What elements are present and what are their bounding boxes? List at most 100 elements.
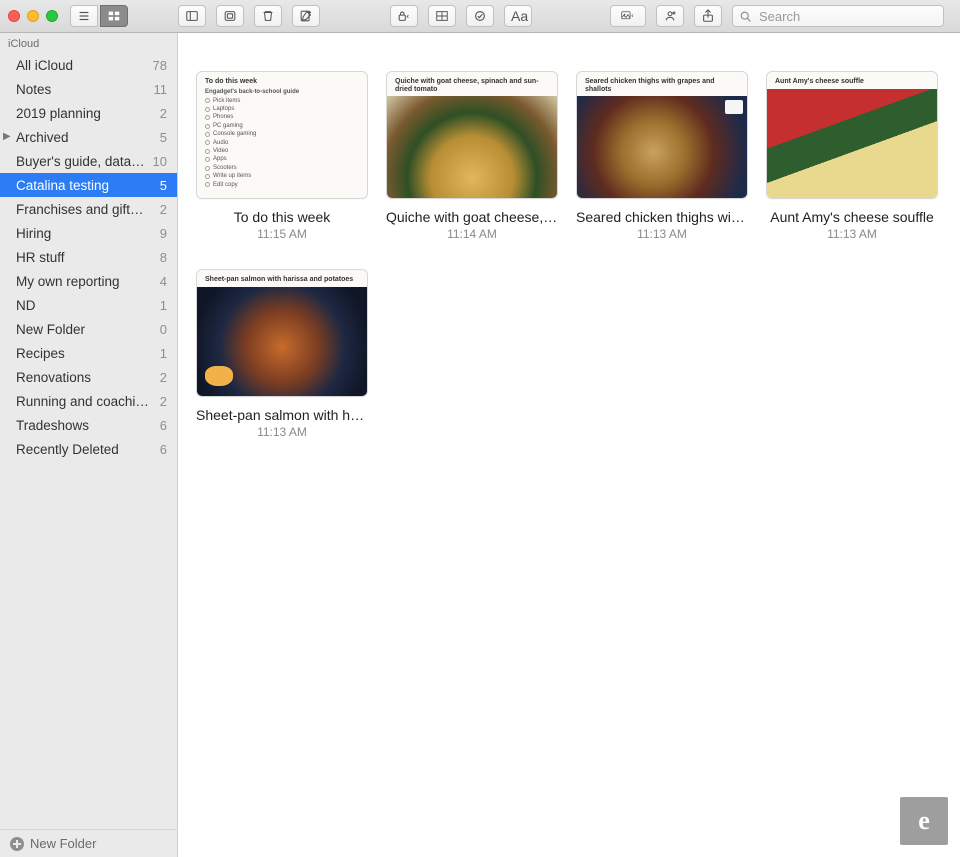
note-thumbnail: Aunt Amy's cheese souffle	[766, 71, 938, 199]
sidebar-item-label: Renovations	[16, 370, 156, 385]
lock-note-button[interactable]	[390, 5, 418, 27]
attachments-button[interactable]	[216, 5, 244, 27]
checklist-button[interactable]	[466, 5, 494, 27]
note-thumbnail: Sheet-pan salmon with harissa and potato…	[196, 269, 368, 397]
sidebar-item-count: 6	[156, 418, 167, 433]
compose-icon	[299, 9, 313, 23]
delete-note-button[interactable]	[254, 5, 282, 27]
sidebar-item-count: 0	[156, 322, 167, 337]
sidebar-icon	[185, 9, 199, 23]
sidebar-item-count: 10	[149, 154, 167, 169]
thumbnail-photo	[197, 287, 367, 396]
gallery-view-button[interactable]	[100, 5, 128, 27]
note-thumbnail: Seared chicken thighs with grapes and sh…	[576, 71, 748, 199]
toggle-sidebar-button[interactable]	[178, 5, 206, 27]
sidebar-item-hr-stuff[interactable]: HR stuff8	[0, 245, 177, 269]
search-field[interactable]	[732, 5, 944, 27]
gallery-area: To do this weekEngadget's back-to-school…	[178, 33, 960, 857]
format-icon: Aa	[511, 9, 525, 23]
note-title: Quiche with goat cheese, s…	[386, 209, 558, 225]
note-card[interactable]: Aunt Amy's cheese souffleAunt Amy's chee…	[766, 71, 938, 241]
sidebar-item-2019-planning[interactable]: 2019 planning2	[0, 101, 177, 125]
thumbnail-checklist-item: PC gaming	[205, 122, 359, 130]
view-mode-segment	[70, 5, 128, 27]
sidebar-item-notes[interactable]: Notes11	[0, 77, 177, 101]
note-card[interactable]: Seared chicken thighs with grapes and sh…	[576, 71, 748, 241]
sidebar-footer: New Folder	[0, 829, 177, 857]
sidebar-item-count: 11	[150, 82, 168, 97]
thumbnail-checklist-item: Console gaming	[205, 130, 359, 138]
window-controls	[8, 10, 58, 22]
new-folder-button[interactable]: New Folder	[30, 836, 96, 851]
sidebar-item-recently-deleted[interactable]: Recently Deleted6	[0, 437, 177, 461]
sidebar-item-nd[interactable]: ND1	[0, 293, 177, 317]
sidebar-item-franchises-and-gift[interactable]: Franchises and gift…2	[0, 197, 177, 221]
thumbnail-photo	[767, 89, 937, 198]
insert-table-button[interactable]	[428, 5, 456, 27]
sidebar-item-hiring[interactable]: Hiring9	[0, 221, 177, 245]
new-note-button[interactable]	[292, 5, 320, 27]
sidebar-item-label: Recently Deleted	[16, 442, 156, 457]
thumbnail-title: Quiche with goat cheese, spinach and sun…	[387, 72, 557, 96]
sidebar-section-header: iCloud	[0, 33, 177, 53]
gallery-icon	[107, 9, 121, 23]
sidebar-item-label: Franchises and gift…	[16, 202, 156, 217]
close-window-button[interactable]	[8, 10, 20, 22]
list-view-button[interactable]	[70, 5, 98, 27]
search-input[interactable]	[757, 8, 937, 25]
add-media-button[interactable]	[610, 5, 646, 27]
unchecked-circle-icon	[205, 115, 210, 120]
sidebar-item-all-icloud[interactable]: All iCloud78	[0, 53, 177, 77]
sidebar-item-buyer-s-guide-data[interactable]: Buyer's guide, data…10	[0, 149, 177, 173]
note-card[interactable]: Quiche with goat cheese, spinach and sun…	[386, 71, 558, 241]
watermark-badge: e	[900, 797, 948, 845]
sidebar-item-count: 2	[156, 394, 167, 409]
unchecked-circle-icon	[205, 166, 210, 171]
sidebar-item-count: 2	[156, 370, 167, 385]
sidebar-item-label: Recipes	[16, 346, 156, 361]
add-people-icon	[663, 9, 677, 23]
trash-icon	[261, 9, 275, 23]
sidebar-item-label: Tradeshows	[16, 418, 156, 433]
note-thumbnail: To do this weekEngadget's back-to-school…	[196, 71, 368, 199]
thumbnail-checklist-item: Video	[205, 147, 359, 155]
thumbnail-checklist-item: Audio	[205, 139, 359, 147]
sidebar-item-archived[interactable]: ▶Archived5	[0, 125, 177, 149]
disclosure-triangle-icon[interactable]: ▶	[3, 132, 13, 142]
sidebar-item-running-and-coachi[interactable]: Running and coachi…2	[0, 389, 177, 413]
sidebar-item-label: Hiring	[16, 226, 156, 241]
window-toolbar: Aa	[0, 0, 960, 33]
thumbnail-title: Sheet-pan salmon with harissa and potato…	[197, 270, 367, 287]
sidebar-item-count: 1	[156, 298, 167, 313]
note-timestamp: 11:15 AM	[257, 227, 307, 241]
sidebar-item-label: Archived	[16, 130, 156, 145]
collaborate-button[interactable]	[656, 5, 684, 27]
share-button[interactable]	[694, 5, 722, 27]
sidebar-item-count: 9	[156, 226, 167, 241]
unchecked-circle-icon	[205, 182, 210, 187]
format-button[interactable]: Aa	[504, 5, 532, 27]
sidebar-item-label: 2019 planning	[16, 106, 156, 121]
sidebar-item-new-folder[interactable]: New Folder0	[0, 317, 177, 341]
sidebar-item-tradeshows[interactable]: Tradeshows6	[0, 413, 177, 437]
sidebar-item-label: ND	[16, 298, 156, 313]
note-title: Sheet-pan salmon with har…	[196, 407, 368, 423]
sidebar-item-catalina-testing[interactable]: Catalina testing5	[0, 173, 177, 197]
note-timestamp: 11:14 AM	[447, 227, 497, 241]
unchecked-circle-icon	[205, 149, 210, 154]
note-card[interactable]: To do this weekEngadget's back-to-school…	[196, 71, 368, 241]
plus-circle-icon	[10, 837, 24, 851]
minimize-window-button[interactable]	[27, 10, 39, 22]
sidebar-item-label: New Folder	[16, 322, 156, 337]
note-card[interactable]: Sheet-pan salmon with harissa and potato…	[196, 269, 368, 439]
search-icon	[739, 10, 752, 23]
sidebar-item-renovations[interactable]: Renovations2	[0, 365, 177, 389]
zoom-window-button[interactable]	[46, 10, 58, 22]
sidebar-item-count: 78	[149, 58, 167, 73]
attachment-icon	[223, 9, 237, 23]
sidebar-item-recipes[interactable]: Recipes1	[0, 341, 177, 365]
sidebar-item-my-own-reporting[interactable]: My own reporting4	[0, 269, 177, 293]
thumbnail-photo	[387, 96, 557, 198]
sidebar-item-label: Buyer's guide, data…	[16, 154, 149, 169]
note-timestamp: 11:13 AM	[827, 227, 877, 241]
